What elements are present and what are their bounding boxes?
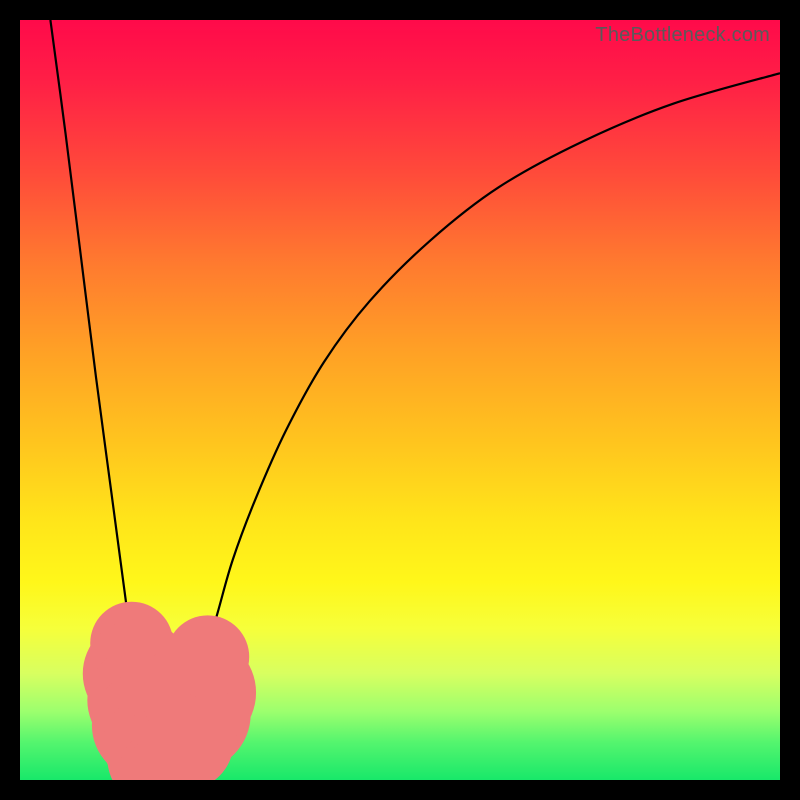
chart-svg — [20, 20, 780, 780]
curve-right-branch — [164, 73, 780, 776]
marker-dots — [83, 602, 256, 780]
marker-dot — [166, 615, 249, 698]
plot-area: TheBottleneck.com — [20, 20, 780, 780]
chart-frame: TheBottleneck.com — [0, 0, 800, 800]
watermark-text: TheBottleneck.com — [595, 24, 770, 47]
